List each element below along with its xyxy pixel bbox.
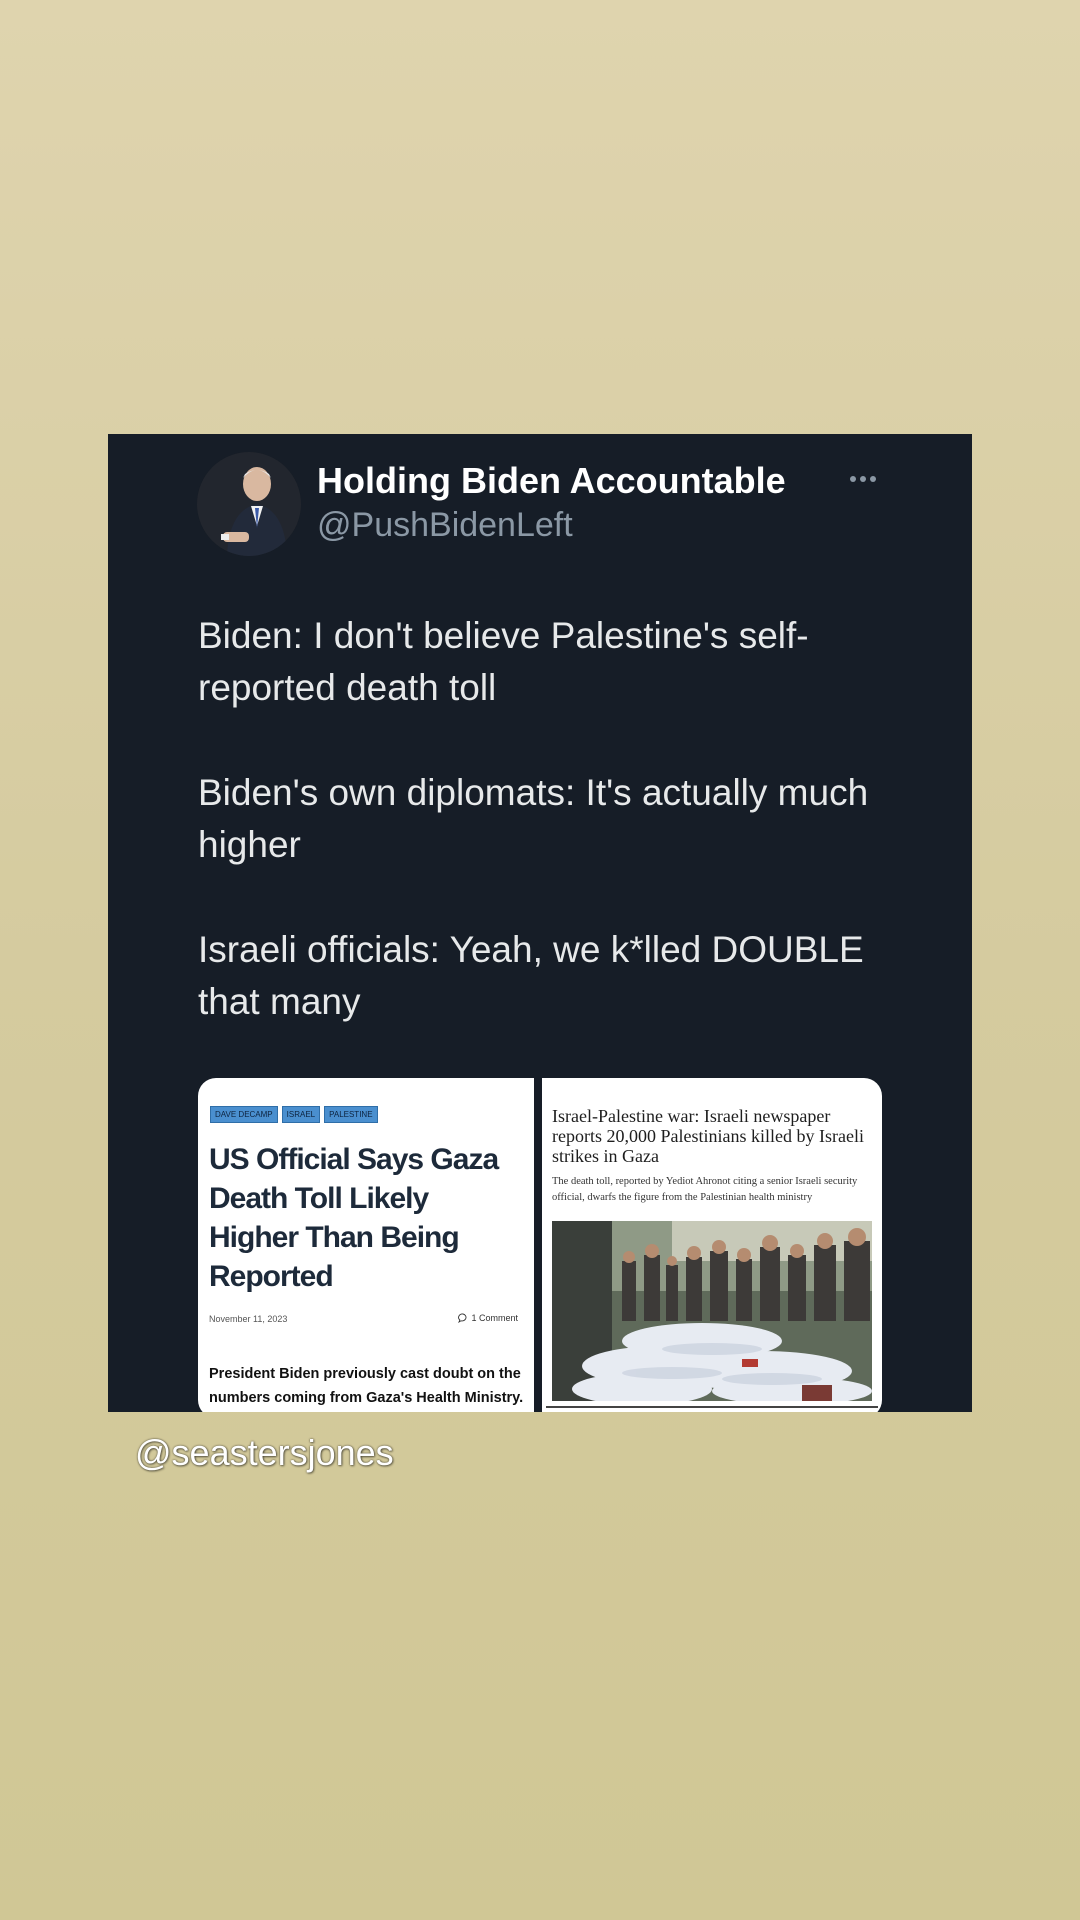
comment-count: 1 Comment (458, 1313, 518, 1323)
username-watermark: @seastersjones (135, 1432, 394, 1473)
comment-icon (458, 1313, 467, 1323)
profile-avatar[interactable] (197, 452, 301, 556)
tag: PALESTINE (324, 1106, 378, 1123)
article-tags: DAVE DECAMP ISRAEL PALESTINE (210, 1106, 378, 1123)
tweet-paragraph: Biden's own diplomats: It's actually muc… (198, 772, 869, 865)
tweet-card[interactable]: Holding Biden Accountable @PushBidenLeft… (108, 434, 972, 1412)
article-summary: President Biden previously cast doubt on… (209, 1366, 524, 1406)
media-attachment[interactable]: DAVE DECAMP ISRAEL PALESTINE US Official… (198, 1078, 882, 1412)
comment-count-label: 1 Comment (471, 1313, 518, 1323)
news-photo (552, 1221, 872, 1401)
tag: ISRAEL (281, 1106, 321, 1123)
tweet-paragraph: Israeli officials: Yeah, we k*lled DOUBL… (198, 929, 864, 1022)
tweet-text: Biden: I don't believe Palestine's self-… (198, 610, 898, 1081)
article-date: November 11, 2023 (209, 1314, 288, 1324)
more-horizontal-icon[interactable] (848, 472, 878, 486)
user-handle[interactable]: @PushBidenLeft (317, 506, 573, 545)
display-name[interactable]: Holding Biden Accountable (317, 460, 786, 502)
tag: DAVE DECAMP (210, 1106, 278, 1123)
divider (546, 1406, 878, 1408)
article-dek: The death toll, reported by Yediot Ahron… (552, 1176, 858, 1203)
tweet-paragraph: Biden: I don't believe Palestine's self-… (198, 615, 809, 708)
article-screenshot-left[interactable]: DAVE DECAMP ISRAEL PALESTINE US Official… (198, 1078, 534, 1412)
article-headline: Israel-Palestine war: Israeli newspaper … (552, 1106, 864, 1166)
article-screenshot-right[interactable]: Israel-Palestine war: Israeli newspaper … (542, 1078, 882, 1412)
article-headline: US Official Says Gaza Death Toll Likely … (209, 1143, 499, 1293)
